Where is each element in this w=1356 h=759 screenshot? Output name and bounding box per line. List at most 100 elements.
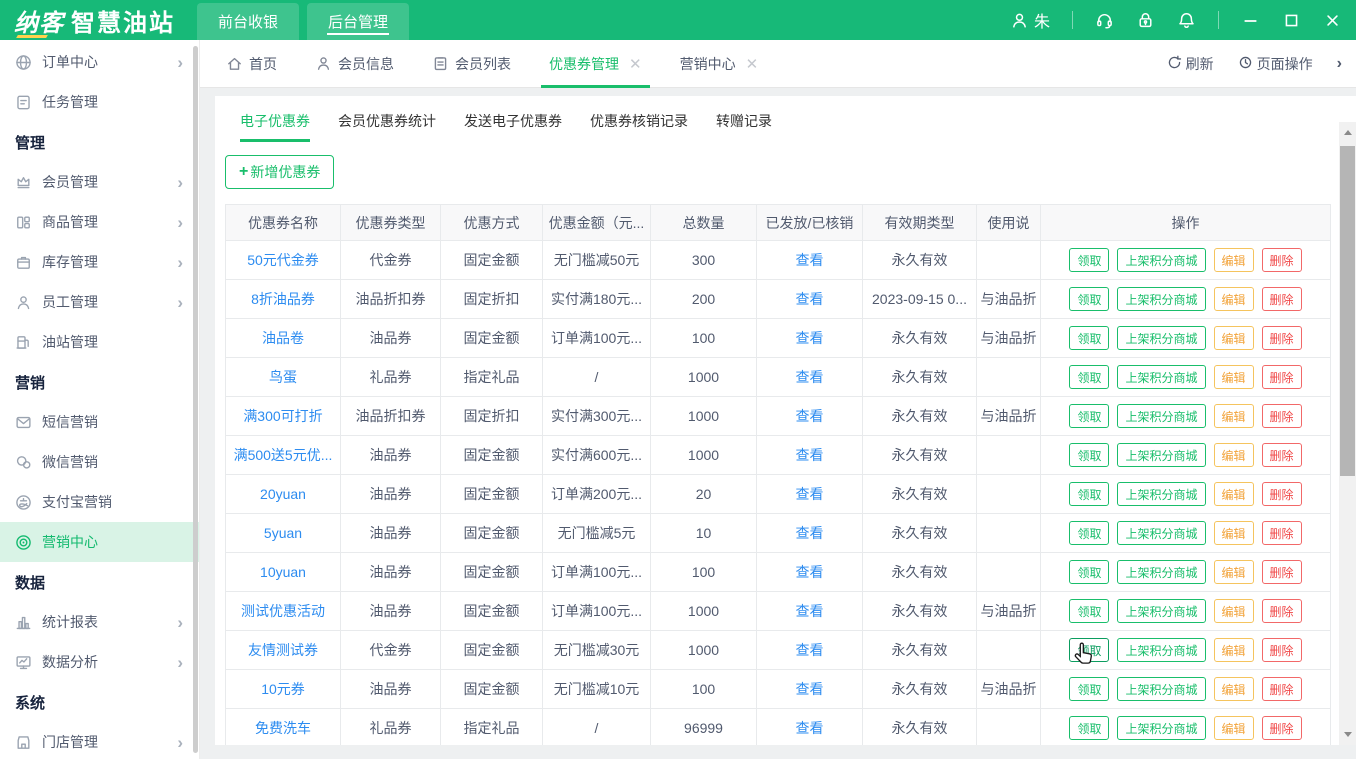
claim-button[interactable]: 领取 xyxy=(1069,326,1109,350)
top-nav-backend-admin[interactable]: 后台管理 xyxy=(307,3,409,40)
edit-button[interactable]: 编辑 xyxy=(1214,521,1254,545)
shelf-points-mall-button[interactable]: 上架积分商城 xyxy=(1117,248,1205,272)
shelf-points-mall-button[interactable]: 上架积分商城 xyxy=(1117,521,1205,545)
shelf-points-mall-button[interactable]: 上架积分商城 xyxy=(1117,287,1205,311)
delete-button[interactable]: 删除 xyxy=(1262,287,1302,311)
user-menu[interactable]: 朱 xyxy=(1010,8,1050,32)
add-coupon-button[interactable]: + 新增优惠券 xyxy=(225,155,334,189)
coupon-name-link[interactable]: 5yuan xyxy=(264,525,302,541)
claim-button[interactable]: 领取 xyxy=(1069,716,1109,740)
view-link[interactable]: 查看 xyxy=(796,486,824,502)
delete-button[interactable]: 删除 xyxy=(1262,404,1302,428)
subtab-3[interactable]: 优惠券核销记录 xyxy=(590,111,688,142)
view-link[interactable]: 查看 xyxy=(796,642,824,658)
vertical-scrollbar[interactable] xyxy=(1339,122,1356,745)
claim-button[interactable]: 领取 xyxy=(1069,248,1109,272)
delete-button[interactable]: 删除 xyxy=(1262,443,1302,467)
delete-button[interactable]: 删除 xyxy=(1262,482,1302,506)
tab-close-icon[interactable]: ✕ xyxy=(629,55,642,73)
edit-button[interactable]: 编辑 xyxy=(1214,248,1254,272)
shelf-points-mall-button[interactable]: 上架积分商城 xyxy=(1117,716,1205,740)
edit-button[interactable]: 编辑 xyxy=(1214,365,1254,389)
delete-button[interactable]: 删除 xyxy=(1262,560,1302,584)
subtab-2[interactable]: 发送电子优惠券 xyxy=(464,111,562,142)
edit-button[interactable]: 编辑 xyxy=(1214,287,1254,311)
claim-button[interactable]: 领取 xyxy=(1069,677,1109,701)
view-link[interactable]: 查看 xyxy=(796,252,824,268)
coupon-name-link[interactable]: 10元券 xyxy=(261,681,305,697)
subtab-1[interactable]: 会员优惠券统计 xyxy=(338,111,436,142)
edit-button[interactable]: 编辑 xyxy=(1214,404,1254,428)
edit-button[interactable]: 编辑 xyxy=(1214,443,1254,467)
sidebar-item-task-mgmt[interactable]: 任务管理 xyxy=(0,82,199,122)
support-button[interactable] xyxy=(1095,11,1114,30)
claim-button[interactable]: 领取 xyxy=(1069,521,1109,545)
delete-button[interactable]: 删除 xyxy=(1262,326,1302,350)
sidebar-item-wechat-marketing[interactable]: 微信营销 xyxy=(0,442,199,482)
edit-button[interactable]: 编辑 xyxy=(1214,677,1254,701)
claim-button[interactable]: 领取 xyxy=(1069,404,1109,428)
view-link[interactable]: 查看 xyxy=(796,408,824,424)
minimize-button[interactable] xyxy=(1241,11,1260,30)
tab-marketing-center[interactable]: 营销中心✕ xyxy=(680,40,759,88)
sidebar-item-stats-report[interactable]: 统计报表› xyxy=(0,602,199,642)
delete-button[interactable]: 删除 xyxy=(1262,677,1302,701)
coupon-name-link[interactable]: 免费洗车 xyxy=(255,720,311,736)
edit-button[interactable]: 编辑 xyxy=(1214,326,1254,350)
page-operations-button[interactable]: 页面操作 xyxy=(1238,54,1313,74)
tab-home[interactable]: 首页 xyxy=(226,40,277,88)
sidebar-item-order-center[interactable]: 订单中心› xyxy=(0,42,199,82)
sidebar-item-station-mgmt[interactable]: 油站管理 xyxy=(0,322,199,362)
lock-screen-button[interactable] xyxy=(1136,11,1155,30)
shelf-points-mall-button[interactable]: 上架积分商城 xyxy=(1117,677,1205,701)
notifications-button[interactable] xyxy=(1177,11,1196,30)
close-window-button[interactable] xyxy=(1323,11,1342,30)
subtab-0[interactable]: 电子优惠券 xyxy=(240,111,310,142)
edit-button[interactable]: 编辑 xyxy=(1214,560,1254,584)
view-link[interactable]: 查看 xyxy=(796,447,824,463)
shelf-points-mall-button[interactable]: 上架积分商城 xyxy=(1117,443,1205,467)
shelf-points-mall-button[interactable]: 上架积分商城 xyxy=(1117,365,1205,389)
sidebar-item-member-mgmt[interactable]: 会员管理› xyxy=(0,162,199,202)
coupon-name-link[interactable]: 友情测试券 xyxy=(248,642,318,658)
delete-button[interactable]: 删除 xyxy=(1262,599,1302,623)
scroll-up-button[interactable] xyxy=(1339,124,1356,141)
claim-button[interactable]: 领取 xyxy=(1069,560,1109,584)
edit-button[interactable]: 编辑 xyxy=(1214,638,1254,662)
view-link[interactable]: 查看 xyxy=(796,291,824,307)
tab-close-icon[interactable]: ✕ xyxy=(746,55,759,73)
claim-button[interactable]: 领取 xyxy=(1069,482,1109,506)
maximize-button[interactable] xyxy=(1282,11,1301,30)
delete-button[interactable]: 删除 xyxy=(1262,521,1302,545)
view-link[interactable]: 查看 xyxy=(796,681,824,697)
claim-button[interactable]: 领取 xyxy=(1069,443,1109,467)
tab-member-list[interactable]: 会员列表 xyxy=(432,40,511,88)
subtab-4[interactable]: 转赠记录 xyxy=(716,111,772,142)
sidebar-item-marketing-center[interactable]: 营销中心 xyxy=(0,522,199,562)
delete-button[interactable]: 删除 xyxy=(1262,716,1302,740)
scroll-down-button[interactable] xyxy=(1339,726,1356,743)
chevron-right-icon[interactable]: › xyxy=(1337,55,1342,73)
edit-button[interactable]: 编辑 xyxy=(1214,482,1254,506)
top-nav-front-cashier[interactable]: 前台收银 xyxy=(197,3,299,40)
view-link[interactable]: 查看 xyxy=(796,525,824,541)
view-link[interactable]: 查看 xyxy=(796,564,824,580)
coupon-name-link[interactable]: 鸟蛋 xyxy=(269,369,297,385)
shelf-points-mall-button[interactable]: 上架积分商城 xyxy=(1117,560,1205,584)
coupon-name-link[interactable]: 8折油品券 xyxy=(251,291,315,307)
coupon-name-link[interactable]: 满300可打折 xyxy=(243,408,322,424)
delete-button[interactable]: 删除 xyxy=(1262,248,1302,272)
tab-member-info[interactable]: 会员信息 xyxy=(315,40,394,88)
coupon-name-link[interactable]: 油品卷 xyxy=(262,330,304,346)
claim-button[interactable]: 领取 xyxy=(1069,365,1109,389)
view-link[interactable]: 查看 xyxy=(796,720,824,736)
edit-button[interactable]: 编辑 xyxy=(1214,716,1254,740)
shelf-points-mall-button[interactable]: 上架积分商城 xyxy=(1117,638,1205,662)
coupon-name-link[interactable]: 50元代金券 xyxy=(247,252,319,268)
coupon-name-link[interactable]: 20yuan xyxy=(260,486,306,502)
view-link[interactable]: 查看 xyxy=(796,369,824,385)
coupon-name-link[interactable]: 测试优惠活动 xyxy=(241,603,325,619)
sidebar-item-inventory-mgmt[interactable]: 库存管理› xyxy=(0,242,199,282)
edit-button[interactable]: 编辑 xyxy=(1214,599,1254,623)
sidebar-item-store-mgmt[interactable]: 门店管理› xyxy=(0,722,199,759)
